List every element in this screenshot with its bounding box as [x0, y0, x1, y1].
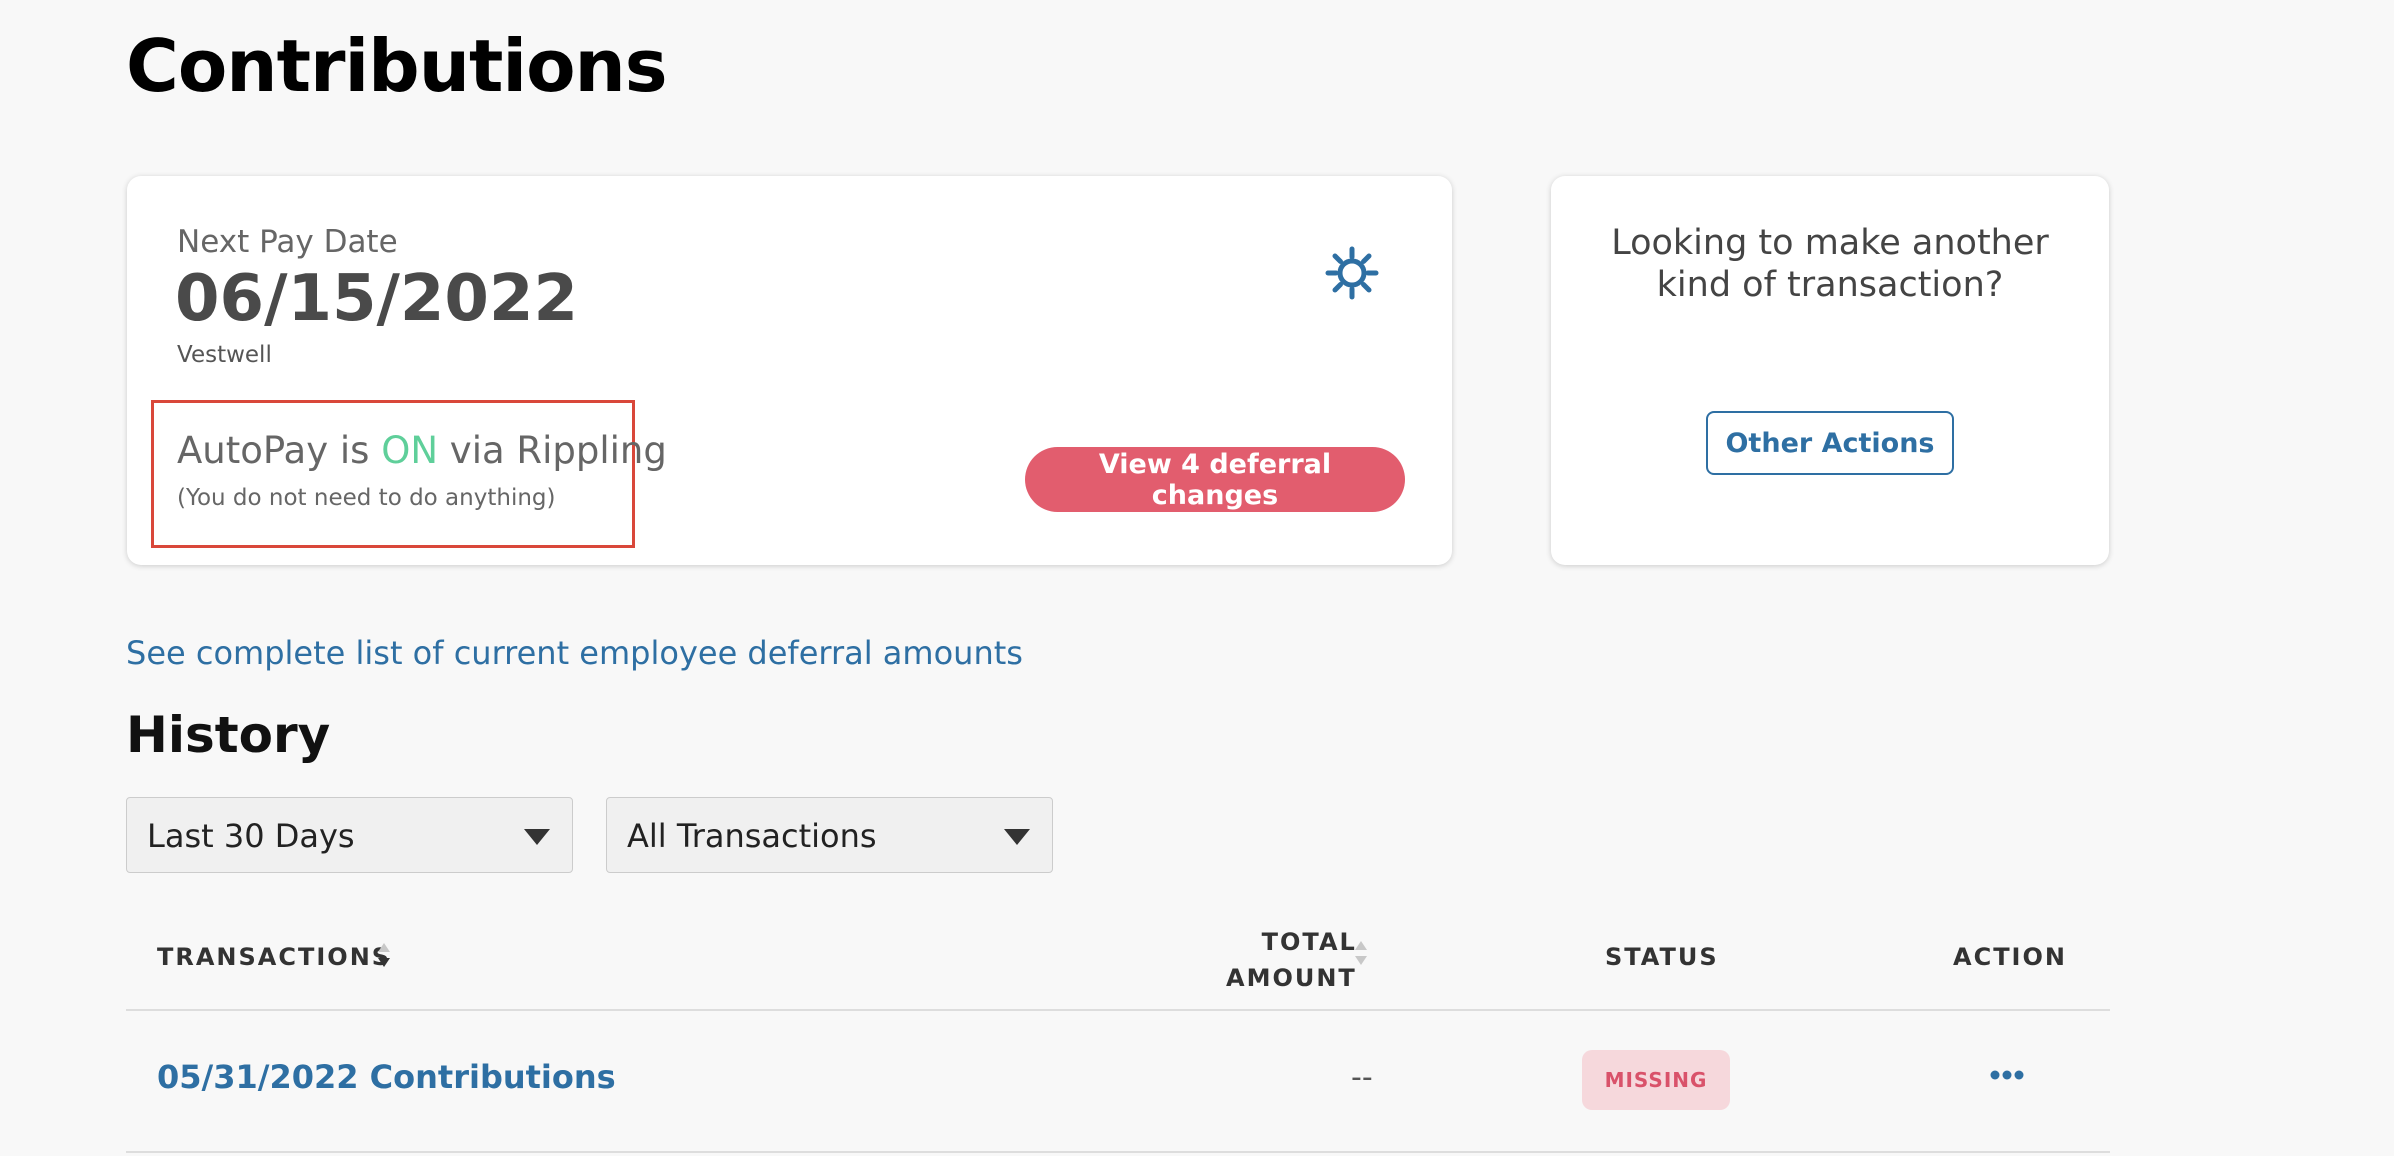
total-header-line2: AMOUNT — [1226, 964, 1357, 992]
status-badge: MISSING — [1582, 1050, 1730, 1110]
column-header-status: STATUS — [1605, 943, 1719, 971]
autopay-status-text: AutoPay is ON via Rippling — [177, 429, 667, 472]
transaction-total: -- — [1351, 1060, 1373, 1095]
table-divider — [126, 1151, 2110, 1153]
transaction-type-select[interactable]: All Transactions — [606, 797, 1053, 873]
date-range-value: Last 30 Days — [147, 817, 355, 855]
next-pay-card: Next Pay Date 06/15/2022 Vestwell AutoPa… — [127, 176, 1452, 565]
view-deferral-changes-button[interactable]: View 4 deferral changes — [1025, 447, 1405, 512]
history-title: History — [126, 706, 331, 764]
transaction-link[interactable]: 05/31/2022 Contributions — [157, 1058, 616, 1096]
sort-icon[interactable] — [377, 940, 391, 972]
provider-name: Vestwell — [177, 342, 272, 368]
transaction-type-value: All Transactions — [627, 817, 877, 855]
more-options-icon[interactable] — [1987, 1062, 2027, 1088]
next-pay-date: 06/15/2022 — [175, 262, 578, 336]
table-divider — [126, 1009, 2110, 1011]
autopay-prefix: AutoPay is — [177, 429, 382, 472]
autopay-suffix: via Rippling — [438, 429, 667, 472]
sort-icon[interactable] — [1354, 938, 1368, 970]
caret-down-icon — [524, 829, 550, 845]
other-actions-button[interactable]: Other Actions — [1706, 411, 1954, 475]
column-header-transactions[interactable]: TRANSACTIONS — [157, 943, 391, 971]
autopay-note: (You do not need to do anything) — [177, 485, 556, 511]
other-transactions-card: Looking to make another kind of transact… — [1551, 176, 2109, 565]
caret-down-icon — [1004, 829, 1030, 845]
deferral-amounts-link[interactable]: See complete list of current employee de… — [126, 634, 1023, 672]
column-header-total-amount[interactable]: TOTAL AMOUNT — [1226, 924, 1357, 996]
other-transactions-title: Looking to make another kind of transact… — [1551, 222, 2109, 306]
column-header-action: ACTION — [1953, 943, 2067, 971]
next-pay-label: Next Pay Date — [177, 224, 398, 260]
other-title-line1: Looking to make another — [1611, 223, 2049, 263]
autopay-status-box: AutoPay is ON via Rippling (You do not n… — [151, 400, 667, 548]
page-title: Contributions — [126, 24, 668, 108]
date-range-select[interactable]: Last 30 Days — [126, 797, 573, 873]
other-title-line2: kind of transaction? — [1656, 265, 2004, 305]
total-header-line1: TOTAL — [1261, 928, 1357, 956]
autopay-on-label: ON — [381, 429, 439, 472]
gear-icon[interactable] — [1325, 246, 1379, 300]
